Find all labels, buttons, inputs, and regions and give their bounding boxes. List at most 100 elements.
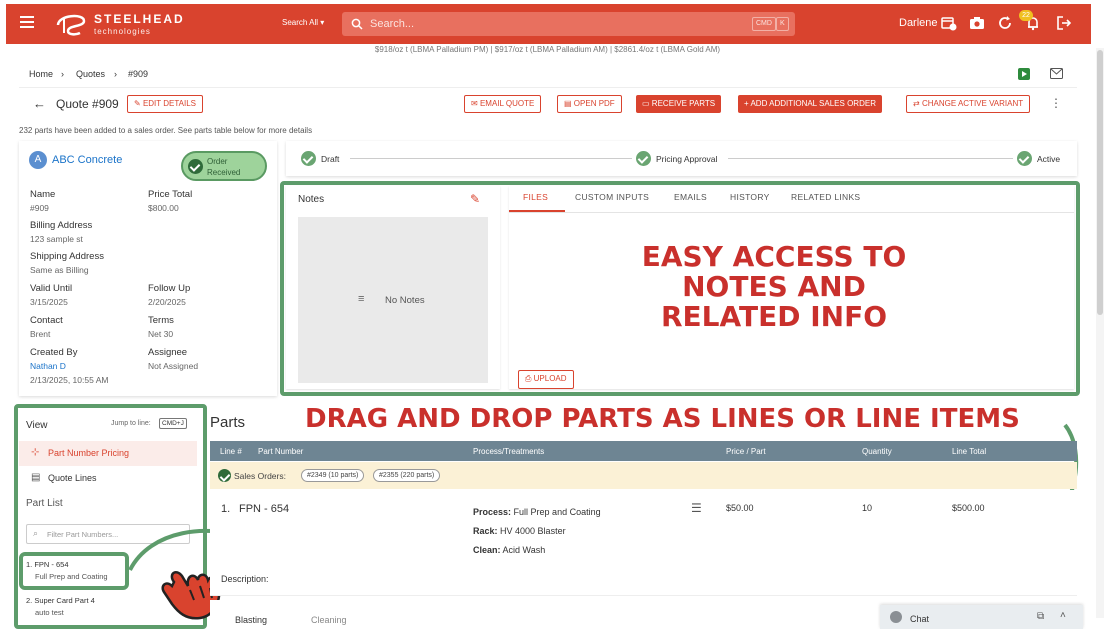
add-sales-order-button[interactable]: + ADD ADDITIONAL SALES ORDER bbox=[738, 95, 882, 113]
search-shortcut-cmd: CMD bbox=[752, 17, 776, 31]
chevron-down-icon: ▾ bbox=[320, 18, 325, 27]
chevron-up-icon[interactable]: ˄ bbox=[1060, 610, 1066, 621]
assignee-value: Not Assigned bbox=[148, 361, 199, 371]
step-check-icon bbox=[301, 151, 316, 166]
receive-parts-button[interactable]: ▭ RECEIVE PARTS bbox=[636, 95, 722, 113]
price-total-label: Price Total bbox=[148, 189, 193, 200]
refresh-icon[interactable] bbox=[997, 15, 1013, 31]
col-process[interactable]: Process/Treatments bbox=[473, 447, 544, 456]
more-vert-icon[interactable]: ⋮ bbox=[1050, 96, 1062, 110]
menu-icon[interactable] bbox=[20, 16, 34, 28]
created-date: 2/13/2025, 10:55 AM bbox=[30, 375, 109, 385]
col-line-total[interactable]: Line Total bbox=[952, 447, 986, 456]
search-scope-dropdown[interactable]: Search All ▾ bbox=[282, 18, 324, 27]
step-connector bbox=[350, 158, 632, 159]
clean-label: Clean: bbox=[473, 545, 501, 555]
parts-section-title: Parts bbox=[210, 414, 246, 431]
price-per-part: $50.00 bbox=[726, 503, 754, 513]
follow-up-label: Follow Up bbox=[148, 283, 191, 294]
valid-until-value: 3/15/2025 bbox=[30, 297, 68, 307]
breadcrumb-separator-icon: › bbox=[114, 69, 117, 79]
col-price-part[interactable]: Price / Part bbox=[726, 447, 766, 456]
name-value: #909 bbox=[30, 203, 49, 213]
billing-label: Billing Address bbox=[30, 220, 93, 231]
open-external-icon[interactable]: ⧉ bbox=[1037, 611, 1044, 622]
steelhead-logo-icon[interactable] bbox=[54, 11, 88, 37]
change-variant-label: CHANGE ACTIVE VARIANT bbox=[921, 99, 1024, 108]
terms-label: Terms bbox=[148, 315, 174, 326]
table-row[interactable]: 1. FPN - 654 Process: Full Prep and Coat… bbox=[210, 490, 1077, 596]
notification-count-badge: 22 bbox=[1019, 10, 1033, 21]
mail-icon[interactable] bbox=[1050, 68, 1063, 79]
open-pdf-button[interactable]: ▤ OPEN PDF bbox=[557, 95, 622, 113]
change-variant-button[interactable]: ⇄ CHANGE ACTIVE VARIANT bbox=[906, 95, 1031, 113]
part-number[interactable]: FPN - 654 bbox=[239, 503, 289, 515]
shipping-label: Shipping Address bbox=[30, 251, 104, 262]
avatar: A bbox=[29, 151, 47, 169]
line-total: $500.00 bbox=[952, 503, 985, 513]
clean-value: Acid Wash bbox=[502, 545, 546, 555]
search-input[interactable]: Search... CMD K bbox=[342, 12, 795, 36]
col-line-number[interactable]: Line # bbox=[220, 447, 242, 456]
sales-orders-row: Sales Orders: #2349 (10 parts) #2355 (22… bbox=[210, 462, 1077, 489]
process-details: Process: Full Prep and Coating Rack: HV … bbox=[473, 503, 601, 560]
customer-name-link[interactable]: ABC Concrete bbox=[52, 154, 122, 166]
line-subtabs: Blasting Cleaning bbox=[210, 600, 870, 629]
edit-details-button[interactable]: ✎ EDIT DETAILS bbox=[127, 95, 203, 113]
terms-value: Net 30 bbox=[148, 329, 174, 339]
calendar-clock-icon[interactable] bbox=[941, 15, 957, 31]
breadcrumb: Home › Quotes › #909 bbox=[19, 62, 1077, 88]
camera-icon[interactable] bbox=[969, 15, 985, 31]
quote-status-stepper: Draft Pricing Approval Active bbox=[286, 141, 1077, 176]
step-pricing-approval[interactable]: Pricing Approval bbox=[656, 154, 717, 164]
shipping-value: Same as Billing bbox=[30, 265, 89, 275]
metal-price-ticker: $918/oz t (LBMA Palladium PM) | $917/oz … bbox=[374, 45, 721, 54]
logout-icon[interactable] bbox=[1056, 15, 1072, 31]
assignee-label: Assignee bbox=[148, 347, 188, 358]
page-scrollbar[interactable] bbox=[1096, 48, 1104, 618]
check-circle-icon bbox=[188, 159, 203, 174]
process-list-icon[interactable]: ☰ bbox=[691, 501, 702, 515]
follow-up-value: 2/20/2025 bbox=[148, 297, 186, 307]
search-icon bbox=[351, 18, 363, 30]
chat-widget[interactable]: Chat ⧉ ˄ bbox=[880, 605, 1083, 629]
step-active[interactable]: Active bbox=[1037, 154, 1060, 164]
page-title: Quote #909 bbox=[56, 97, 119, 111]
step-draft[interactable]: Draft bbox=[321, 154, 339, 164]
edit-details-label: EDIT DETAILS bbox=[142, 99, 196, 108]
breadcrumb-quotes[interactable]: Quotes bbox=[76, 69, 105, 79]
user-name[interactable]: Darlene bbox=[899, 17, 938, 29]
breadcrumb-separator-icon: › bbox=[61, 69, 64, 79]
receive-parts-label: RECEIVE PARTS bbox=[651, 99, 716, 108]
play-icon[interactable] bbox=[1018, 68, 1030, 80]
name-label: Name bbox=[30, 189, 56, 200]
status-line-1: Order bbox=[207, 157, 228, 166]
top-app-bar: STEELHEAD technologies Search All ▾ Sear… bbox=[6, 4, 1091, 44]
tab-cleaning[interactable]: Cleaning bbox=[311, 615, 347, 625]
search-placeholder: Search... bbox=[370, 18, 415, 30]
parts-table-header: Line # Part Number Process/Treatments Pr… bbox=[210, 441, 1077, 461]
pdf-icon: ▤ bbox=[564, 99, 572, 108]
price-total-value: $800.00 bbox=[148, 203, 179, 213]
search-shortcut-k: K bbox=[776, 17, 789, 31]
created-by-link[interactable]: Nathan D bbox=[30, 361, 66, 371]
step-check-icon bbox=[636, 151, 651, 166]
back-arrow-icon[interactable]: ← bbox=[33, 96, 46, 111]
open-pdf-label: OPEN PDF bbox=[573, 99, 615, 108]
sales-order-chip[interactable]: #2355 (220 parts) bbox=[373, 469, 441, 482]
process-label: Process: bbox=[473, 507, 512, 517]
breadcrumb-home[interactable]: Home bbox=[29, 69, 53, 79]
status-badge[interactable]: Order Received bbox=[181, 151, 267, 181]
email-quote-label: EMAIL QUOTE bbox=[479, 99, 535, 108]
email-quote-button[interactable]: ✉ EMAIL QUOTE bbox=[464, 95, 542, 113]
chat-avatar-icon bbox=[890, 611, 902, 623]
step-connector bbox=[728, 158, 1013, 159]
step-check-icon bbox=[1017, 151, 1032, 166]
contact-label: Contact bbox=[30, 315, 63, 326]
sales-order-chip[interactable]: #2349 (10 parts) bbox=[301, 469, 365, 482]
col-quantity[interactable]: Quantity bbox=[862, 447, 892, 456]
col-part-number[interactable]: Part Number bbox=[258, 447, 303, 456]
status-line-2: Received bbox=[207, 168, 241, 177]
tab-blasting[interactable]: Blasting bbox=[235, 615, 267, 625]
valid-until-label: Valid Until bbox=[30, 283, 73, 294]
